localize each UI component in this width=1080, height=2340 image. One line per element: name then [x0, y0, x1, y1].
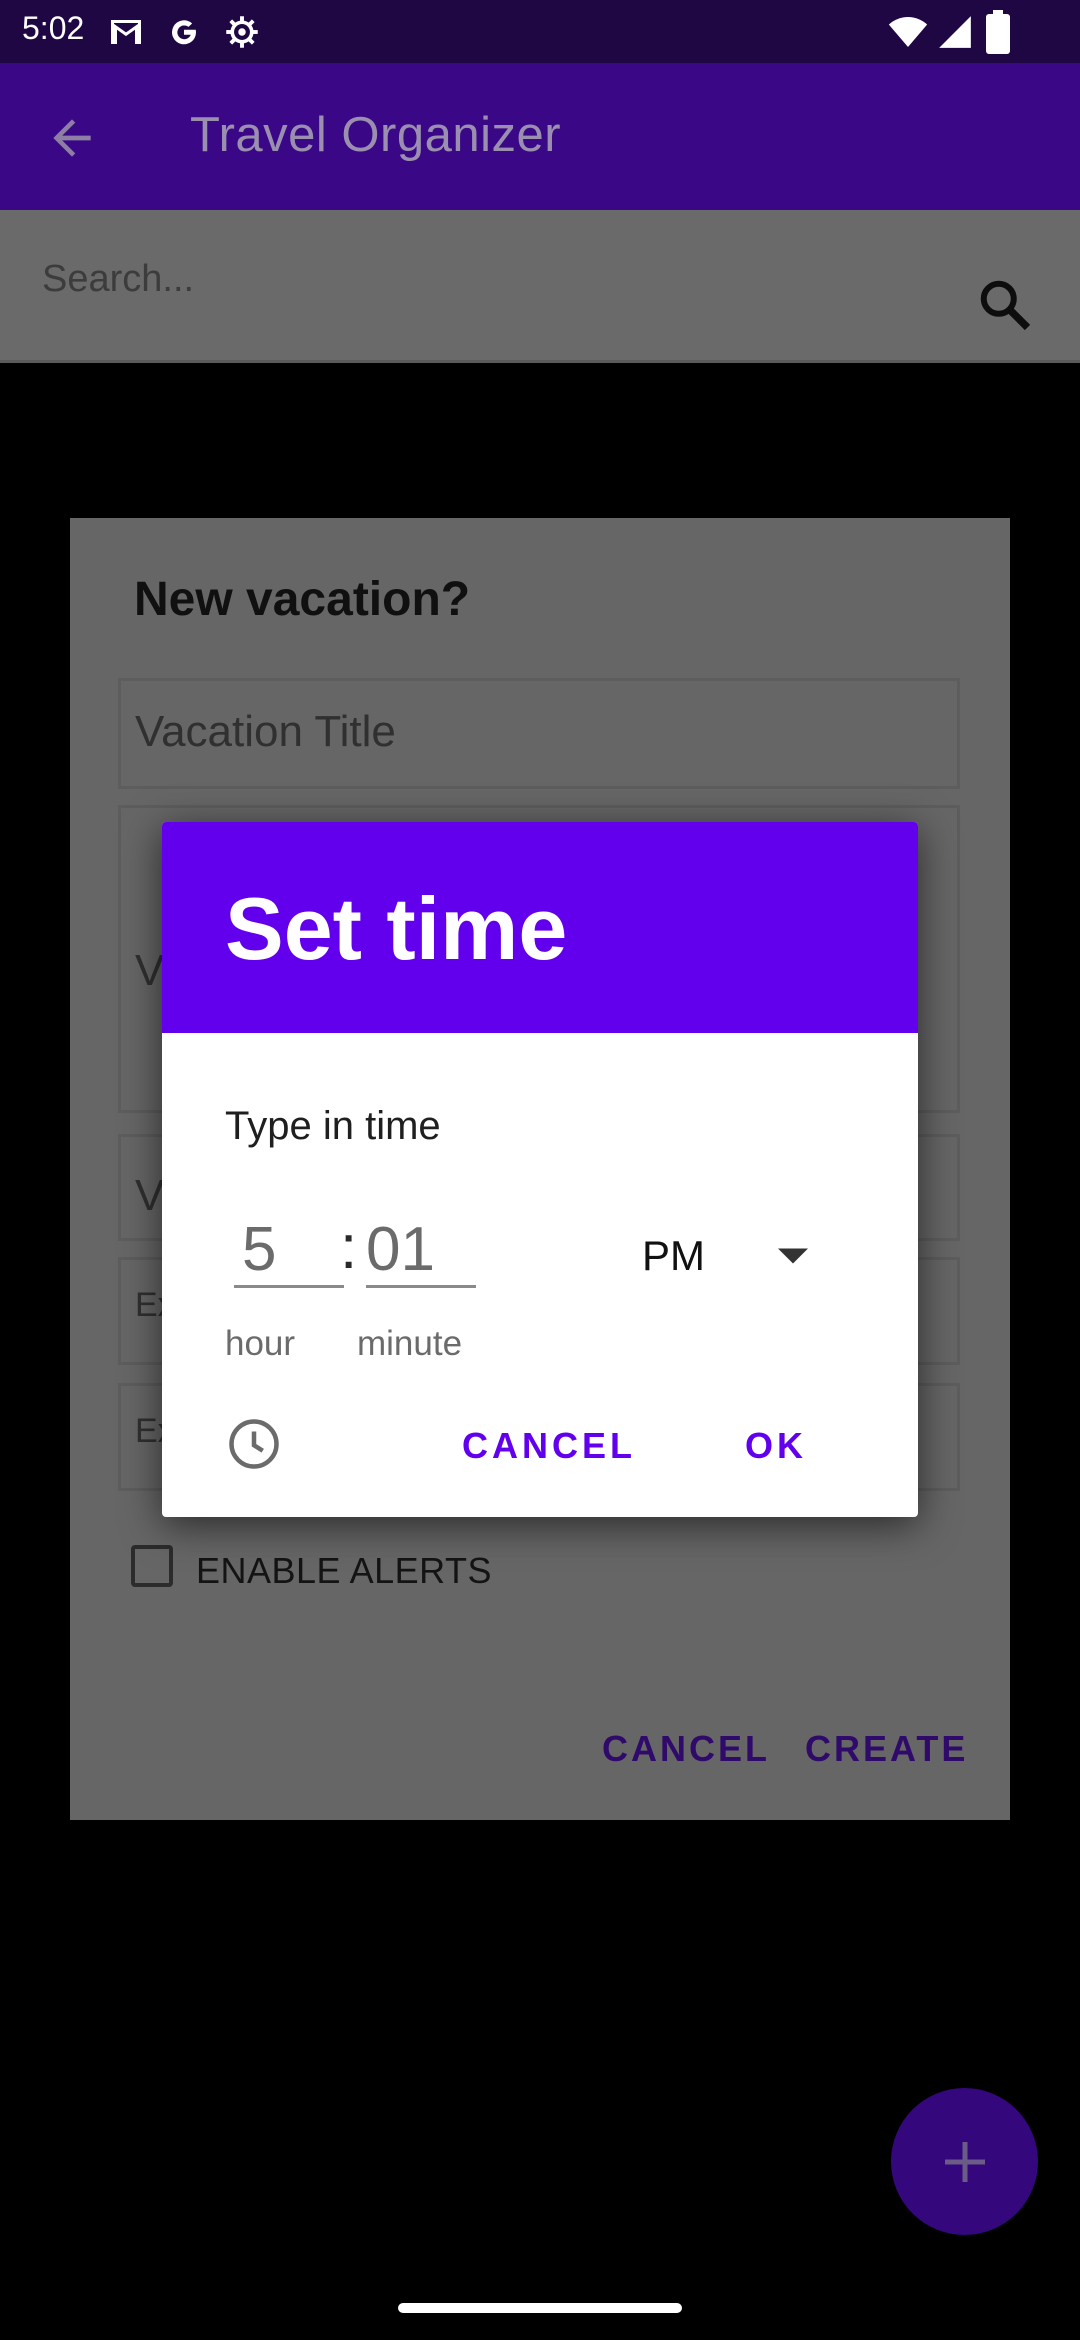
cancel-button[interactable]: CANCEL	[602, 1728, 770, 1770]
time-picker-title: Set time	[225, 879, 568, 978]
time-separator: :	[340, 1213, 358, 1282]
dialog-title: New vacation?	[134, 573, 471, 626]
enable-alerts-label: ENABLE ALERTS	[196, 1550, 492, 1591]
clock-icon	[229, 1419, 279, 1469]
clock-mode-toggle[interactable]	[224, 1414, 284, 1474]
signal-icon	[936, 12, 974, 52]
search-icon	[980, 280, 1031, 331]
status-bar: 5:02	[0, 0, 1080, 63]
field-placeholder: Vacation Title	[135, 707, 396, 756]
minute-label: minute	[357, 1324, 463, 1363]
field-placeholder: V	[135, 946, 165, 995]
search-button[interactable]	[975, 275, 1035, 335]
arrow-back-icon	[53, 119, 91, 157]
status-time: 5:02	[22, 10, 85, 46]
back-button[interactable]	[40, 110, 104, 166]
app-title: Travel Organizer	[190, 108, 562, 162]
time-cancel-button[interactable]: CANCEL	[462, 1425, 636, 1467]
dropdown-arrow-icon	[778, 1248, 808, 1264]
gmail-icon	[108, 14, 144, 50]
vacation-title-field[interactable]: Vacation Title	[118, 678, 960, 789]
search-input[interactable]: Search...	[42, 258, 194, 301]
add-vacation-button[interactable]	[891, 2088, 1038, 2235]
hour-label: hour	[225, 1324, 296, 1363]
plus-icon	[945, 2142, 985, 2182]
battery-icon	[984, 10, 1012, 54]
settings-icon	[224, 14, 260, 50]
enable-alerts-checkbox[interactable]	[131, 1545, 173, 1587]
am-pm-select[interactable]: PM	[642, 1230, 842, 1290]
am-pm-value: PM	[642, 1232, 705, 1279]
minute-input[interactable]: 01	[366, 1214, 476, 1288]
type-in-time-label: Type in time	[225, 1104, 441, 1148]
field-placeholder: V	[135, 1171, 165, 1220]
wifi-icon	[888, 12, 928, 52]
google-icon	[166, 14, 202, 50]
hour-input[interactable]: 5	[234, 1214, 344, 1288]
time-ok-button[interactable]: OK	[745, 1425, 807, 1467]
time-picker-header: Set time	[162, 822, 918, 1033]
time-picker-dialog: Set time Type in time 5 : 01 hour minute…	[162, 822, 918, 1517]
create-button[interactable]: CREATE	[805, 1728, 968, 1770]
gesture-nav-handle[interactable]	[398, 2303, 682, 2313]
